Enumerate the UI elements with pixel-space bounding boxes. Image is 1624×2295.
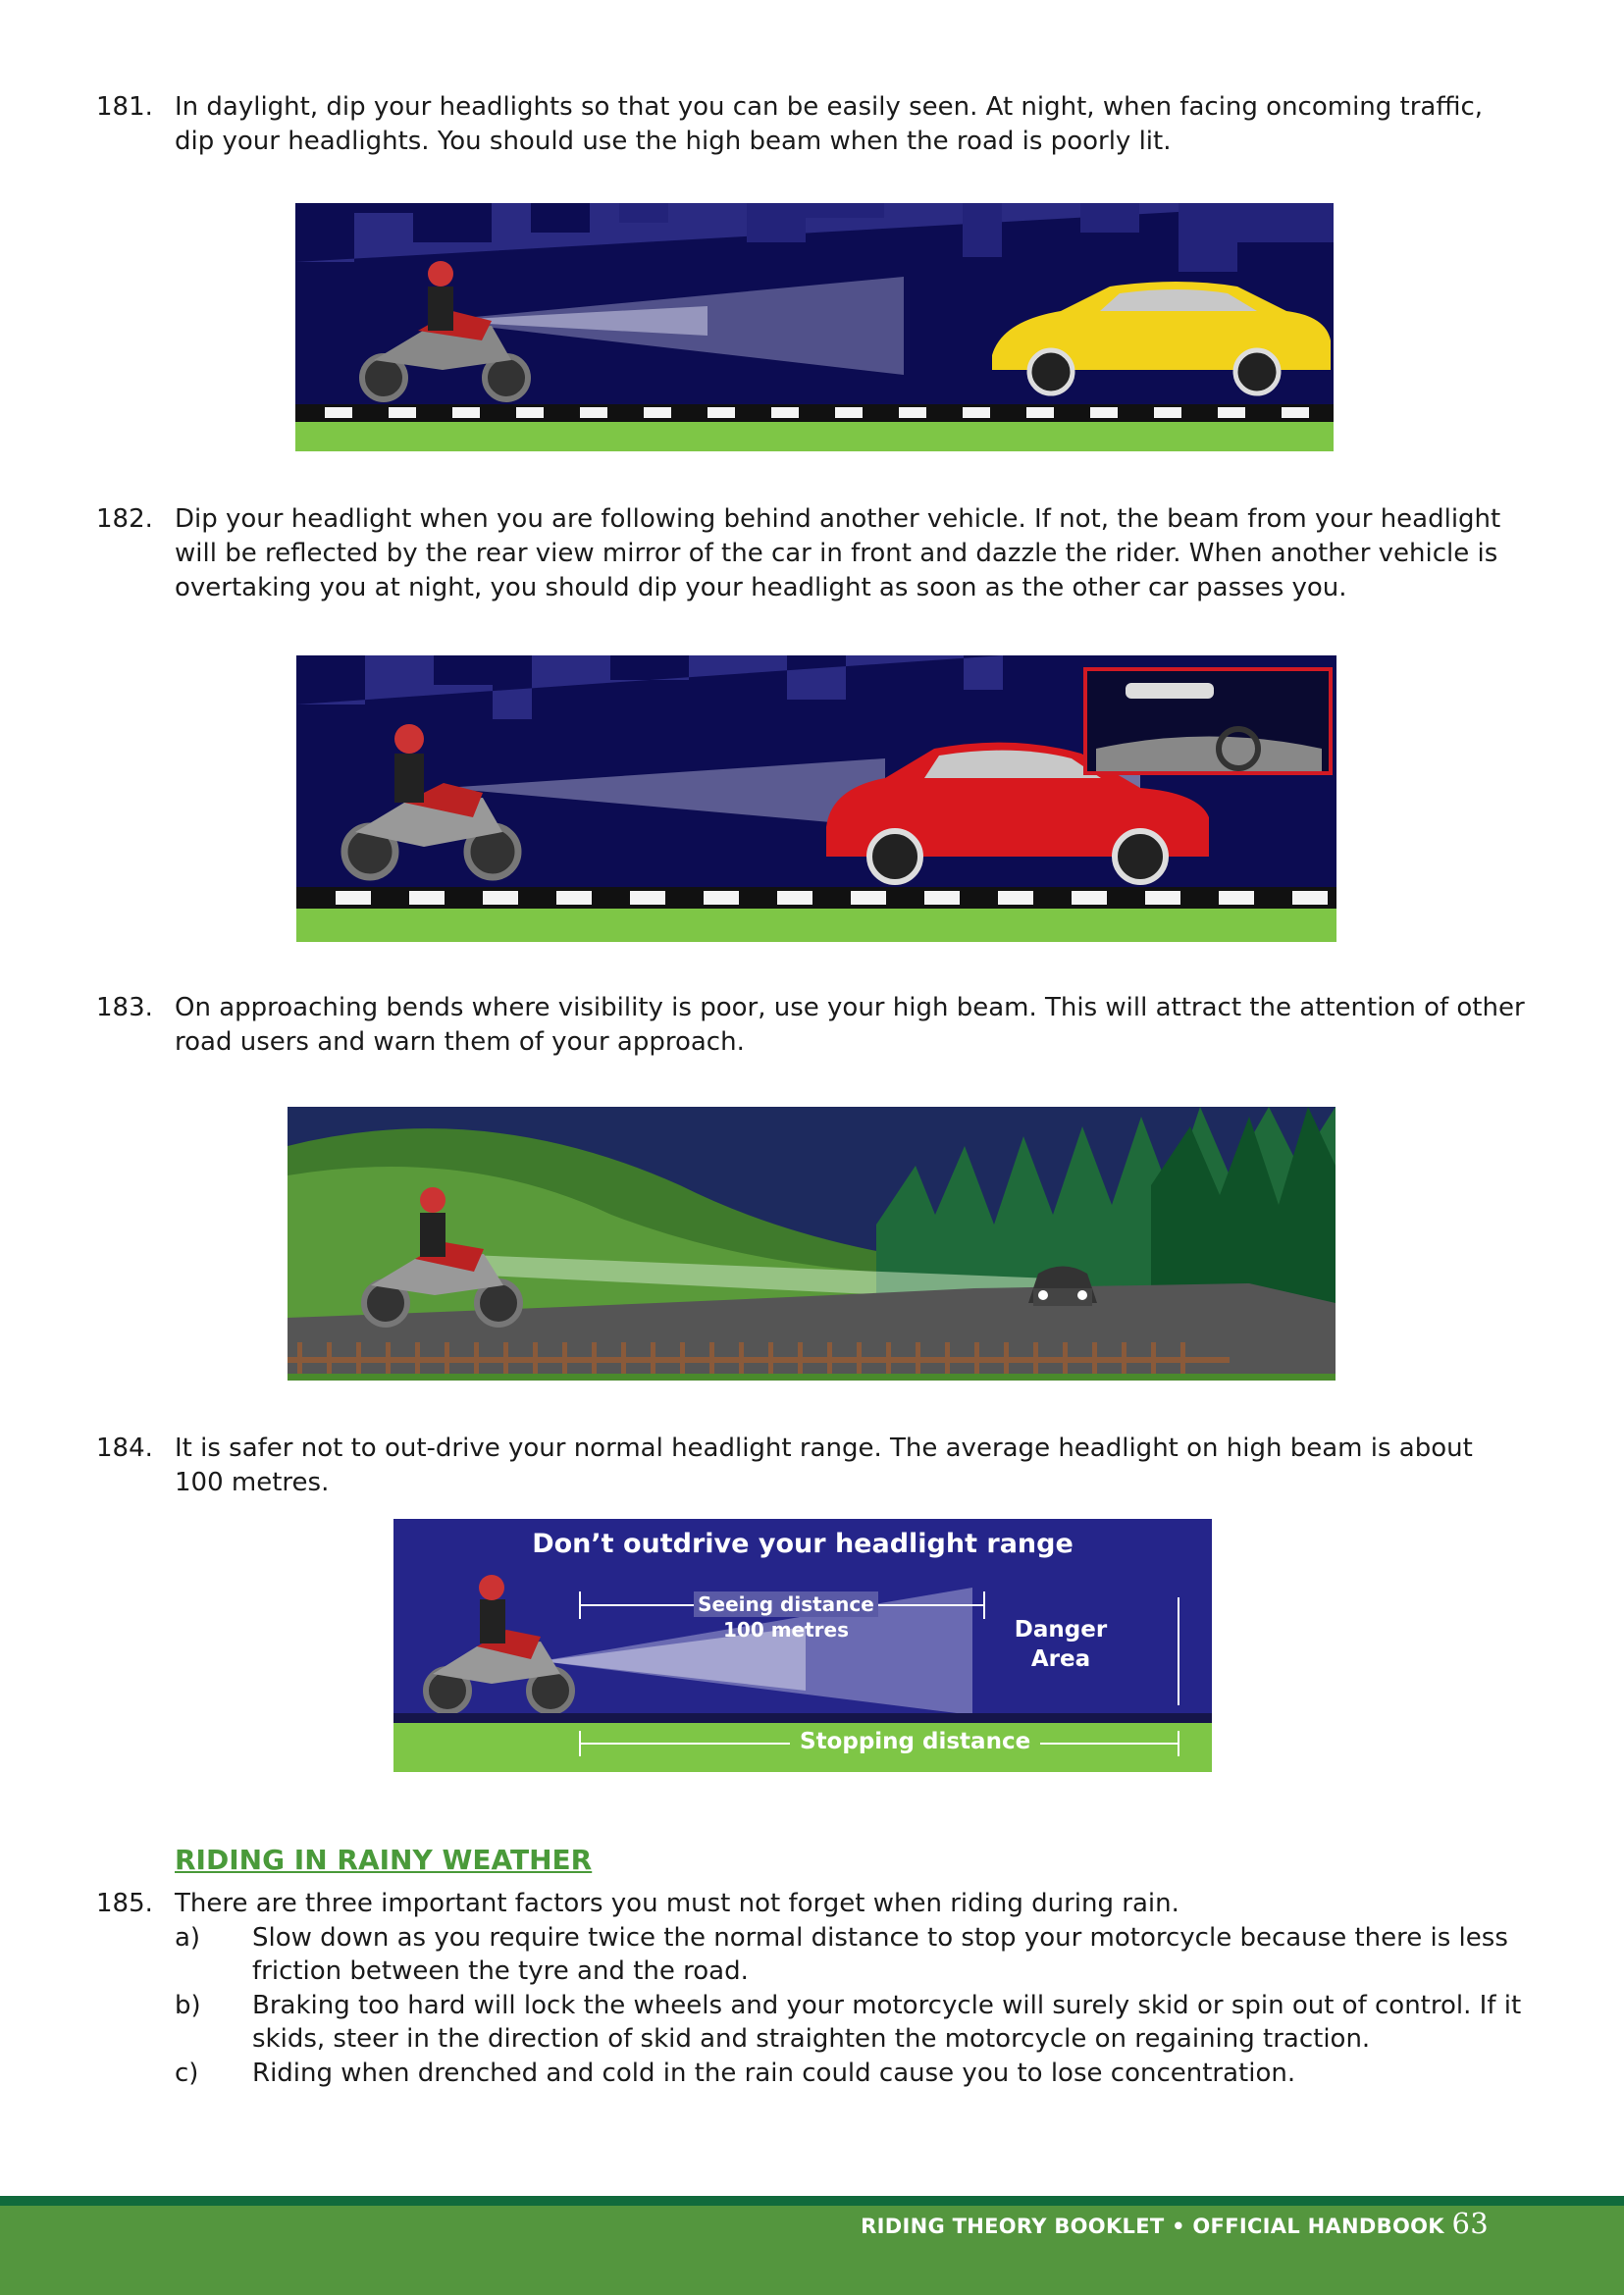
seeing-distance-value: 100 metres <box>722 1618 849 1642</box>
list-item-text: Slow down as you require twice the norma… <box>252 1923 1508 1986</box>
paragraph-text: In daylight, dip your headlights so that… <box>175 92 1484 156</box>
stopping-distance-label: Stopping distance <box>790 1729 1041 1754</box>
paragraph-182: 182. Dip your headlight when you are fol… <box>96 502 1529 606</box>
list-item-label: c) <box>175 2059 199 2088</box>
seeing-distance-label: Seeing distance 100 metres <box>678 1591 894 1643</box>
danger-area-label: Danger Area <box>1002 1615 1120 1674</box>
mirror-inset <box>1083 667 1333 775</box>
paragraph-text: It is safer not to out-drive your normal… <box>175 1434 1473 1497</box>
paragraph-number: 182. <box>96 504 153 534</box>
footer-divider <box>0 2196 1624 2206</box>
paragraph-text: On approaching bends where visibility is… <box>175 993 1525 1057</box>
list-item: c) Riding when drenched and cold in the … <box>175 2057 1529 2090</box>
danger-area-line2: Area <box>1030 1646 1091 1672</box>
paragraph-number: 184. <box>96 1434 153 1463</box>
headlight-range-diagram: Don’t outdrive your headlight range Seei… <box>393 1519 1212 1772</box>
paragraph-181: 181. In daylight, dip your headlights so… <box>96 90 1529 161</box>
paragraph-184: 184. It is safer not to out-drive your n… <box>96 1432 1529 1497</box>
list-item: b) Braking too hard will lock the wheels… <box>175 1989 1529 2056</box>
list-item-label: a) <box>175 1923 201 1953</box>
paragraph-text: Dip your headlight when you are followin… <box>175 504 1501 602</box>
paragraph-183: 183. On approaching bends where visibili… <box>96 991 1529 1062</box>
paragraph-185: 185. There are three important factors y… <box>96 1887 1529 1922</box>
paragraph-number: 185. <box>96 1889 153 1918</box>
bend-high-beam-illustration <box>288 1107 1336 1381</box>
oncoming-traffic-illustration <box>295 203 1334 451</box>
list-item-label: b) <box>175 1991 201 2020</box>
danger-area-line1: Danger <box>1014 1617 1108 1643</box>
list-item-text: Riding when drenched and cold in the rai… <box>252 2059 1296 2088</box>
diagram-title: Don’t outdrive your headlight range <box>532 1529 1074 1559</box>
footer-title: RIDING THEORY BOOKLET • OFFICIAL HANDBOO… <box>861 2215 1444 2238</box>
footer: RIDING THEORY BOOKLET • OFFICIAL HANDBOO… <box>861 2207 1489 2240</box>
following-vehicle-illustration <box>296 655 1336 942</box>
page-number: 63 <box>1451 2207 1489 2240</box>
paragraph-text: There are three important factors you mu… <box>175 1889 1179 1918</box>
section-heading: RIDING IN RAINY WEATHER <box>175 1844 593 1876</box>
seeing-distance-text: Seeing distance <box>694 1591 878 1617</box>
paragraph-number: 183. <box>96 993 153 1022</box>
paragraph-number: 181. <box>96 92 153 122</box>
list-item: a) Slow down as you require twice the no… <box>175 1921 1529 1988</box>
list-item-text: Braking too hard will lock the wheels an… <box>252 1991 1522 2054</box>
